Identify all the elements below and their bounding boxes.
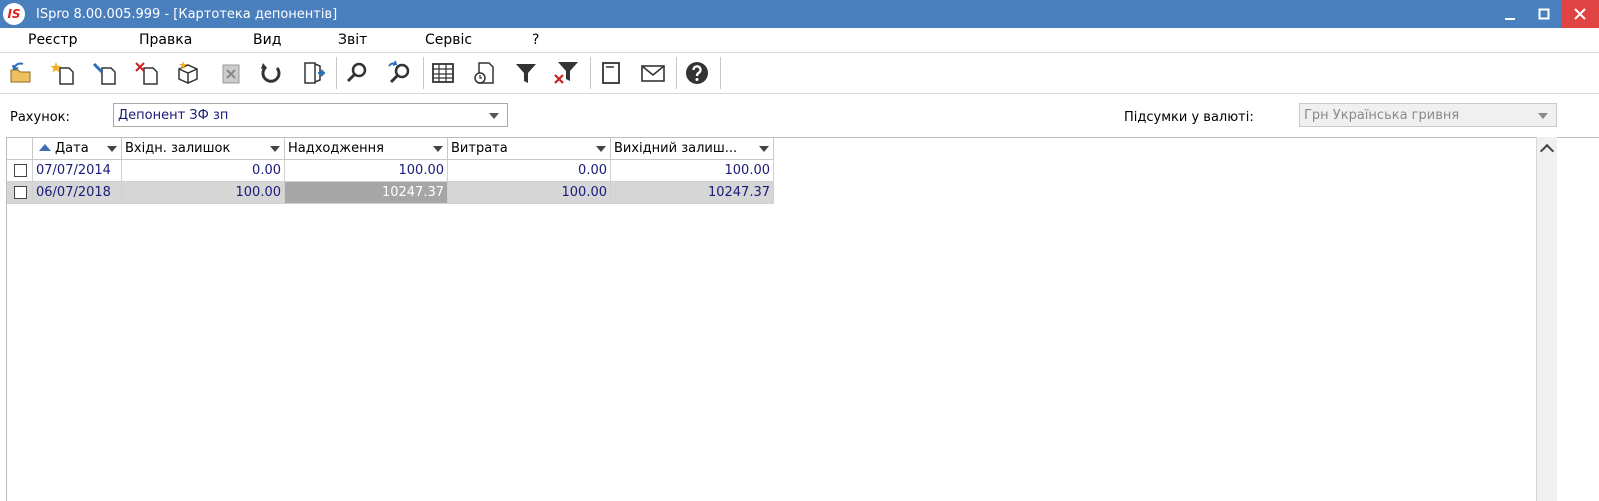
minimize-button[interactable] <box>1493 0 1527 28</box>
menu-help[interactable]: ? <box>532 32 539 48</box>
toolbar <box>0 53 1599 94</box>
toolbar-separator <box>720 57 721 89</box>
maximize-button[interactable] <box>1527 0 1561 28</box>
chevron-down-icon[interactable] <box>433 146 443 152</box>
cell-opening[interactable]: 0.00 <box>122 160 285 182</box>
clear-filter-icon <box>554 62 578 84</box>
chevron-down-icon[interactable] <box>759 146 769 152</box>
cell-date[interactable]: 06/07/2018 <box>33 182 122 204</box>
cell-expense[interactable]: 0.00 <box>448 160 611 182</box>
scroll-up-icon[interactable] <box>1539 143 1555 159</box>
document-clock-icon <box>474 62 494 84</box>
find-next-icon <box>388 60 410 84</box>
sort-ascending-icon <box>39 144 51 151</box>
find-icon <box>346 62 367 83</box>
delete-document-icon <box>135 62 158 85</box>
notepad-icon <box>602 62 620 84</box>
cell-closing[interactable]: 10247.37 <box>611 182 774 204</box>
mail-icon <box>641 65 665 82</box>
currency-value: Грн Українська гривня <box>1304 108 1460 123</box>
find-button[interactable] <box>342 58 372 88</box>
clear-button[interactable] <box>215 58 245 88</box>
app-logo-icon: IS <box>0 0 28 28</box>
window-title: ISpro 8.00.005.999 - [Картотека депонент… <box>36 6 338 22</box>
currency-select[interactable]: Грн Українська гривня <box>1299 103 1557 127</box>
chevron-down-icon[interactable] <box>596 146 606 152</box>
new-document-icon <box>50 62 74 85</box>
menu-service[interactable]: Сервіс <box>425 32 472 48</box>
maximize-icon <box>1538 8 1550 20</box>
exit-icon <box>304 62 326 84</box>
column-header-opening[interactable]: Вхідн. залишок <box>122 138 285 160</box>
row-checkbox-cell[interactable] <box>7 160 33 182</box>
filter-icon <box>516 64 536 83</box>
clear-icon <box>222 64 240 84</box>
edit-document-icon <box>92 62 116 85</box>
refresh-button[interactable] <box>256 58 286 88</box>
new-button[interactable] <box>48 58 78 88</box>
help-button[interactable] <box>682 58 712 88</box>
menu-edit[interactable]: Правка <box>139 32 192 48</box>
column-header-income[interactable]: Надходження <box>285 138 448 160</box>
toolbar-separator <box>676 57 677 89</box>
package-button[interactable] <box>173 58 203 88</box>
menu-report[interactable]: Звіт <box>338 32 367 48</box>
table-icon <box>432 63 454 83</box>
window-controls <box>1493 0 1599 28</box>
history-button[interactable] <box>469 58 499 88</box>
toolbar-separator <box>590 57 591 89</box>
notepad-button[interactable] <box>596 58 626 88</box>
cell-income-focused[interactable]: 10247.37 <box>285 182 448 204</box>
delete-button[interactable] <box>132 58 162 88</box>
title-bar: IS ISpro 8.00.005.999 - [Картотека депон… <box>0 0 1599 28</box>
package-icon <box>178 61 198 84</box>
vertical-scrollbar[interactable] <box>1536 137 1557 501</box>
cell-income[interactable]: 100.00 <box>285 160 448 182</box>
row-checkbox-cell[interactable] <box>7 182 33 204</box>
currency-label: Підсумки у валюті: <box>1124 110 1254 125</box>
table-button[interactable] <box>428 58 458 88</box>
mail-button[interactable] <box>638 58 668 88</box>
menu-view[interactable]: Вид <box>253 32 281 48</box>
refresh-icon <box>261 63 281 83</box>
column-header-expense[interactable]: Витрата <box>448 138 611 160</box>
select-all-header[interactable] <box>7 138 33 160</box>
column-header-closing[interactable]: Вихідний залиш... <box>611 138 774 160</box>
menu-bar: Реєстр Правка Вид Звіт Сервіс ? <box>0 28 1599 53</box>
toolbar-separator <box>336 57 337 89</box>
exit-button[interactable] <box>298 58 328 88</box>
minimize-icon <box>1505 18 1515 20</box>
chevron-down-icon <box>1538 113 1548 119</box>
clear-filter-button[interactable] <box>551 58 581 88</box>
account-value: Депонент ЗФ зп <box>118 108 229 123</box>
close-button[interactable] <box>1561 0 1599 28</box>
row-checkbox[interactable] <box>14 164 27 177</box>
cell-expense[interactable]: 100.00 <box>448 182 611 204</box>
chevron-down-icon <box>489 113 499 119</box>
toolbar-separator <box>423 57 424 89</box>
find-next-button[interactable] <box>384 58 414 88</box>
open-folder-icon <box>10 62 31 83</box>
open-button[interactable] <box>6 58 36 88</box>
filter-button[interactable] <box>511 58 541 88</box>
cell-closing[interactable]: 100.00 <box>611 160 774 182</box>
help-icon <box>686 62 708 84</box>
close-icon <box>1574 8 1586 20</box>
account-label: Рахунок: <box>10 110 70 125</box>
chevron-down-icon[interactable] <box>270 146 280 152</box>
menu-registry[interactable]: Реєстр <box>28 32 77 48</box>
cell-date[interactable]: 07/07/2014 <box>33 160 122 182</box>
account-select[interactable]: Депонент ЗФ зп <box>113 103 508 127</box>
row-checkbox[interactable] <box>14 186 27 199</box>
edit-button[interactable] <box>90 58 120 88</box>
cell-opening[interactable]: 100.00 <box>122 182 285 204</box>
chevron-down-icon[interactable] <box>107 146 117 152</box>
column-header-date[interactable]: Дата <box>33 138 122 160</box>
